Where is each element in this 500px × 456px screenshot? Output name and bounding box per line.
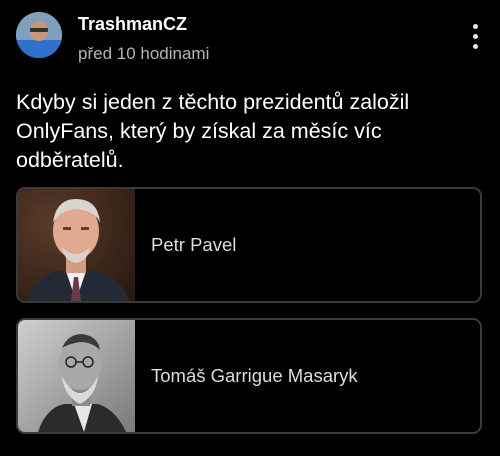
option-label: Petr Pavel — [151, 234, 237, 255]
post-header: TrashmanCZ před 10 hodinami — [16, 12, 484, 68]
menu-dot — [473, 44, 478, 49]
poll-option-petr-pavel[interactable]: Petr Pavel — [16, 187, 482, 303]
portrait-image — [18, 320, 135, 432]
poll-post: TrashmanCZ před 10 hodinami Kdyby si jed… — [0, 0, 500, 456]
post-question: Kdyby si jeden z těchto prezidentů založ… — [16, 90, 410, 172]
avatar-image — [16, 12, 62, 58]
avatar[interactable] — [16, 12, 62, 58]
post-timestamp: před 10 hodinami — [78, 44, 210, 63]
portrait-image — [18, 189, 135, 301]
more-vertical-icon[interactable] — [468, 22, 484, 52]
option-label: Tomáš Garrigue Masaryk — [151, 365, 358, 386]
author-name[interactable]: TrashmanCZ — [78, 14, 187, 35]
poll-option-tomas-garrigue-masaryk[interactable]: Tomáš Garrigue Masaryk — [16, 318, 482, 434]
option-photo — [18, 189, 135, 301]
option-photo — [18, 320, 135, 432]
menu-dot — [473, 34, 478, 39]
menu-dot — [473, 24, 478, 29]
